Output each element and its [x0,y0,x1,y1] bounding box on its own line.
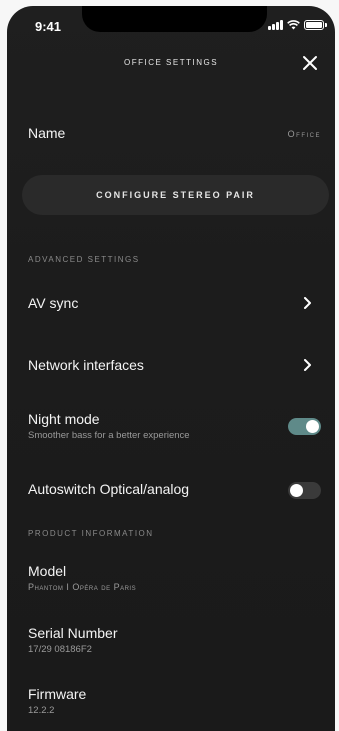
autoswitch-label: Autoswitch Optical/analog [28,481,190,497]
name-label: Name [28,125,66,141]
serial-number-row: Serial Number 17/29 08186F2 [28,625,321,655]
close-icon[interactable] [301,54,319,72]
autoswitch-toggle[interactable] [288,482,321,499]
battery-cap [325,23,327,27]
model-label: Model [28,563,67,579]
configure-stereo-pair-button[interactable]: CONFIGURE STEREO PAIR [22,175,329,215]
name-row[interactable]: Name Office [28,125,321,145]
night-mode-label: Night mode [28,411,100,427]
model-row: Model Phantom I Opéra de Paris [28,563,321,592]
model-value: Phantom I Opéra de Paris [28,582,137,592]
night-mode-toggle[interactable] [288,418,321,435]
wifi-icon [287,20,300,30]
chevron-right-icon [304,297,311,309]
serial-number-value: 17/29 08186F2 [28,644,92,655]
product-information-heading: PRODUCT INFORMATION [28,529,154,538]
firmware-value: 12.2.2 [28,705,55,716]
av-sync-label: AV sync [28,295,79,311]
toggle-knob [306,420,319,433]
signal-icon [268,20,283,30]
network-interfaces-row[interactable]: Network interfaces [28,357,321,377]
serial-number-label: Serial Number [28,625,118,641]
status-time: 9:41 [35,19,62,34]
battery-icon [304,20,324,30]
firmware-row: Firmware 12.2.2 [28,686,321,716]
toggle-knob [290,484,303,497]
night-mode-row: Night mode Smoother bass for a better ex… [28,411,321,447]
phone-screen: 9:41 OFFICE SETTINGS Name Office CONFIGU… [7,6,335,731]
notch [82,6,267,32]
status-icons [268,20,327,30]
autoswitch-row: Autoswitch Optical/analog [28,481,321,501]
chevron-right-icon [304,359,311,371]
advanced-settings-heading: ADVANCED SETTINGS [28,255,140,264]
night-mode-subtitle: Smoother bass for a better experience [28,430,190,441]
page-title: OFFICE SETTINGS [123,58,219,67]
av-sync-row[interactable]: AV sync [28,295,321,315]
firmware-label: Firmware [28,686,87,702]
network-interfaces-label: Network interfaces [28,357,144,373]
name-value: Office [287,129,321,139]
